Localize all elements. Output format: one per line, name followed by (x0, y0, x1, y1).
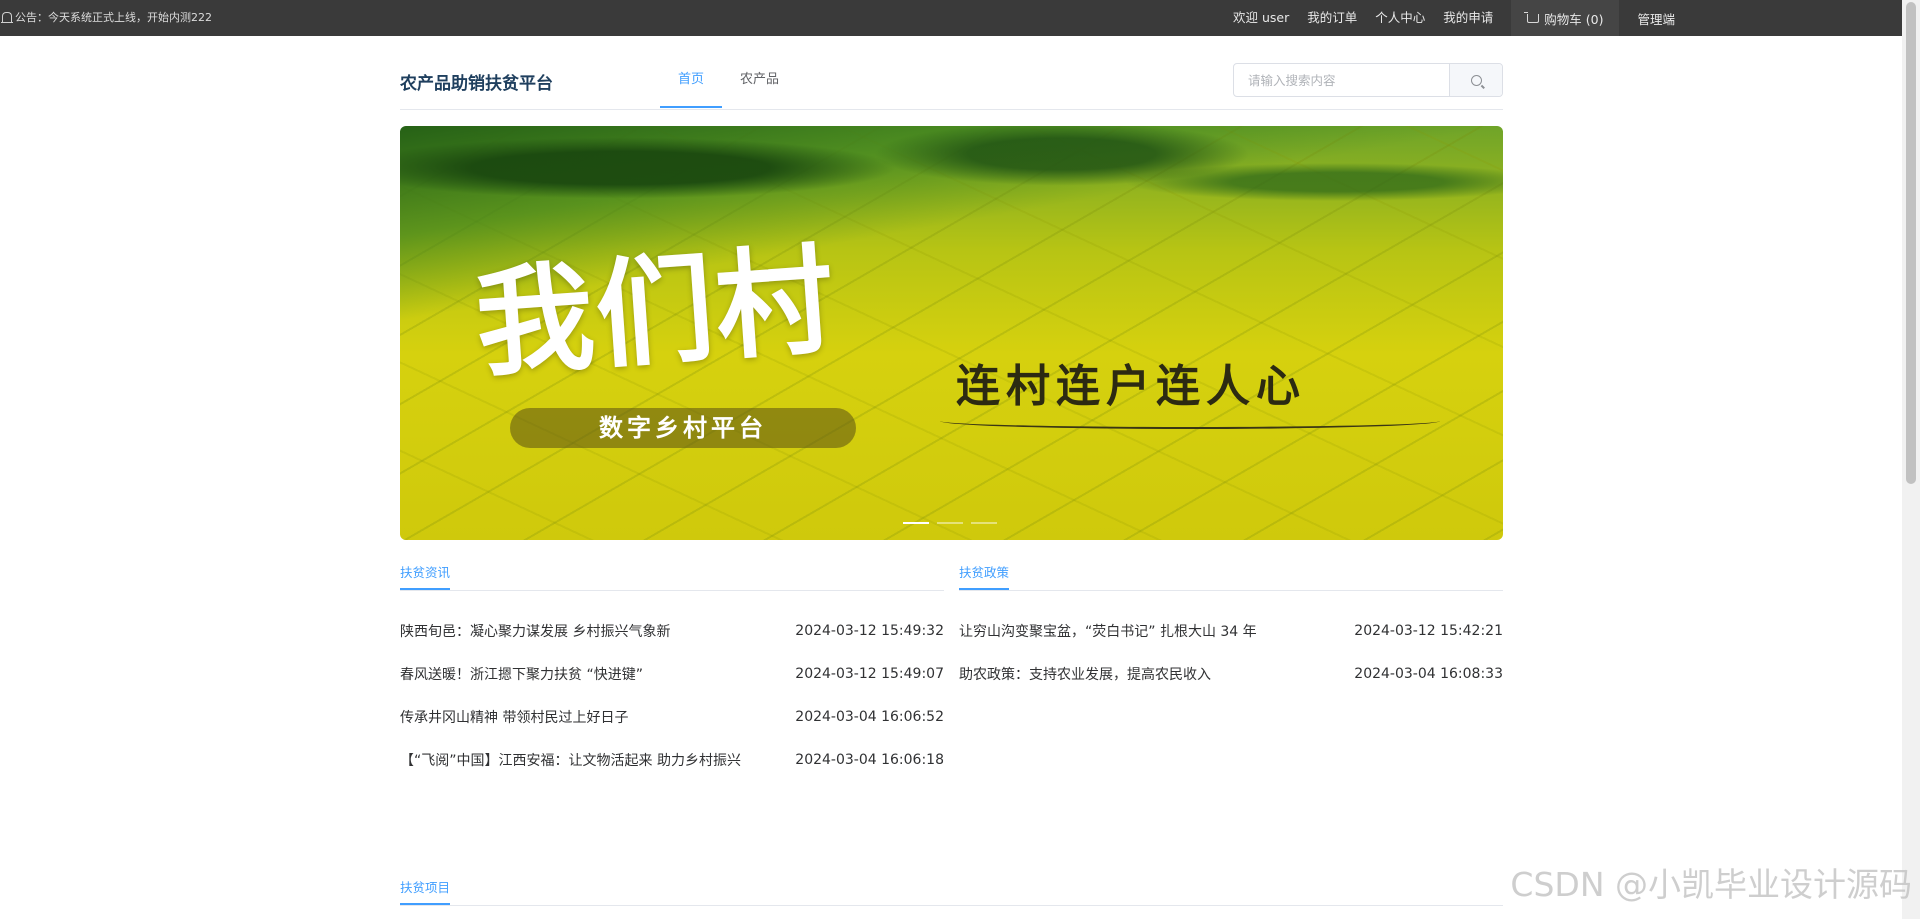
news-item-title[interactable]: 【“飞阅”中国】江西安福：让文物活起来 助力乡村振兴 (400, 750, 741, 770)
policy-item-title[interactable]: 助农政策：支持农业发展，提高农民收入 (959, 664, 1211, 684)
news-item-date: 2024-03-12 15:49:07 (795, 665, 944, 682)
news-item-title[interactable]: 传承井冈山精神 带领村民过上好日子 (400, 707, 628, 727)
news-item-date: 2024-03-04 16:06:52 (795, 708, 944, 725)
site-header: 农产品助销扶贫平台 首页 农产品 (400, 36, 1503, 110)
scrollbar-thumb[interactable] (1906, 2, 1916, 484)
search-box (1233, 63, 1503, 97)
policy-item-title[interactable]: 让穷山沟变聚宝盆，“荧白书记” 扎根大山 34 年 (959, 621, 1257, 641)
top-bar: 公告：今天系统正式上线，开始内测222 欢迎 user 我的订单 个人中心 我的… (0, 0, 1902, 36)
banner-pill: 数字乡村平台 (510, 408, 856, 448)
announcement: 公告：今天系统正式上线，开始内测222 (1, 0, 212, 36)
announcement-text: 公告：今天系统正式上线，开始内测222 (15, 11, 212, 24)
policy-section: 扶贫政策 让穷山沟变聚宝盆，“荧白书记” 扎根大山 34 年 2024-03-1… (959, 564, 1503, 695)
banner-underline-stroke (940, 413, 1440, 429)
banner-carousel[interactable]: 我们村 数字乡村平台 连村连户连人心 (400, 126, 1503, 540)
banner-hero-text: 我们村 (471, 229, 841, 394)
my-orders-link[interactable]: 我的订单 (1307, 0, 1357, 36)
policy-item[interactable]: 助农政策：支持农业发展，提高农民收入 2024-03-04 16:08:33 (959, 652, 1503, 695)
projects-section-header: 扶贫项目 (400, 879, 1503, 906)
cart-label: 购物车 (0) (1544, 11, 1604, 27)
policy-item-date: 2024-03-04 16:08:33 (1354, 665, 1503, 682)
my-applications-link[interactable]: 我的申请 (1443, 0, 1493, 36)
news-item-title[interactable]: 陕西旬邑：凝心聚力谋发展 乡村振兴气象新 (400, 621, 670, 641)
search-icon (1470, 74, 1482, 86)
carousel-indicator-1[interactable] (903, 522, 929, 524)
cart-button[interactable]: 购物车 (0) (1511, 0, 1620, 36)
admin-link[interactable]: 管理端 (1637, 9, 1675, 28)
site-title[interactable]: 农产品助销扶贫平台 (400, 69, 553, 94)
projects-section-title[interactable]: 扶贫项目 (400, 879, 451, 905)
news-item-date: 2024-03-04 16:06:18 (795, 751, 944, 768)
news-item[interactable]: 【“飞阅”中国】江西安福：让文物活起来 助力乡村振兴 2024-03-04 16… (400, 738, 944, 781)
search-input[interactable] (1234, 64, 1449, 96)
policy-list: 让穷山沟变聚宝盆，“荧白书记” 扎根大山 34 年 2024-03-12 15:… (959, 609, 1503, 695)
news-item[interactable]: 陕西旬邑：凝心聚力谋发展 乡村振兴气象新 2024-03-12 15:49:32 (400, 609, 944, 652)
main-container: 农产品助销扶贫平台 首页 农产品 我们村 数字乡村平台 连村连户连人心 扶贫资讯 (400, 36, 1503, 906)
carousel-indicator-3[interactable] (971, 522, 997, 524)
carousel-indicator-2[interactable] (937, 522, 963, 524)
search-button[interactable] (1449, 64, 1502, 96)
main-nav: 首页 农产品 (660, 36, 797, 109)
banner-slogan: 连村连户连人心 (956, 361, 1306, 412)
projects-section: 扶贫项目 (400, 879, 1503, 906)
news-section-header: 扶贫资讯 (400, 564, 944, 591)
tab-products[interactable]: 农产品 (722, 36, 797, 108)
tab-home[interactable]: 首页 (660, 36, 723, 108)
news-item[interactable]: 传承井冈山精神 带领村民过上好日子 2024-03-04 16:06:52 (400, 695, 944, 738)
page-scrollbar[interactable] (1902, 0, 1920, 919)
policy-item-date: 2024-03-12 15:42:21 (1354, 622, 1503, 639)
news-item[interactable]: 春风送暖！浙江摁下聚力扶贫 “快进键” 2024-03-12 15:49:07 (400, 652, 944, 695)
news-item-date: 2024-03-12 15:49:32 (795, 622, 944, 639)
cart-icon (1524, 11, 1540, 23)
watermark: CSDN @小凯毕业设计源码 (1510, 865, 1912, 904)
news-section-title[interactable]: 扶贫资讯 (400, 564, 451, 590)
personal-center-link[interactable]: 个人中心 (1375, 0, 1425, 36)
policy-item[interactable]: 让穷山沟变聚宝盆，“荧白书记” 扎根大山 34 年 2024-03-12 15:… (959, 609, 1503, 652)
bell-icon (1, 12, 13, 23)
policy-section-title[interactable]: 扶贫政策 (959, 564, 1010, 590)
policy-section-header: 扶贫政策 (959, 564, 1503, 591)
news-item-title[interactable]: 春风送暖！浙江摁下聚力扶贫 “快进键” (400, 664, 643, 684)
carousel-indicators (903, 522, 997, 524)
top-nav: 欢迎 user 我的订单 个人中心 我的申请 购物车 (0) 管理端 (1215, 0, 1902, 36)
welcome-user: 欢迎 user (1233, 10, 1290, 25)
news-section: 扶贫资讯 陕西旬邑：凝心聚力谋发展 乡村振兴气象新 2024-03-12 15:… (400, 564, 944, 781)
news-list: 陕西旬邑：凝心聚力谋发展 乡村振兴气象新 2024-03-12 15:49:32… (400, 609, 944, 781)
